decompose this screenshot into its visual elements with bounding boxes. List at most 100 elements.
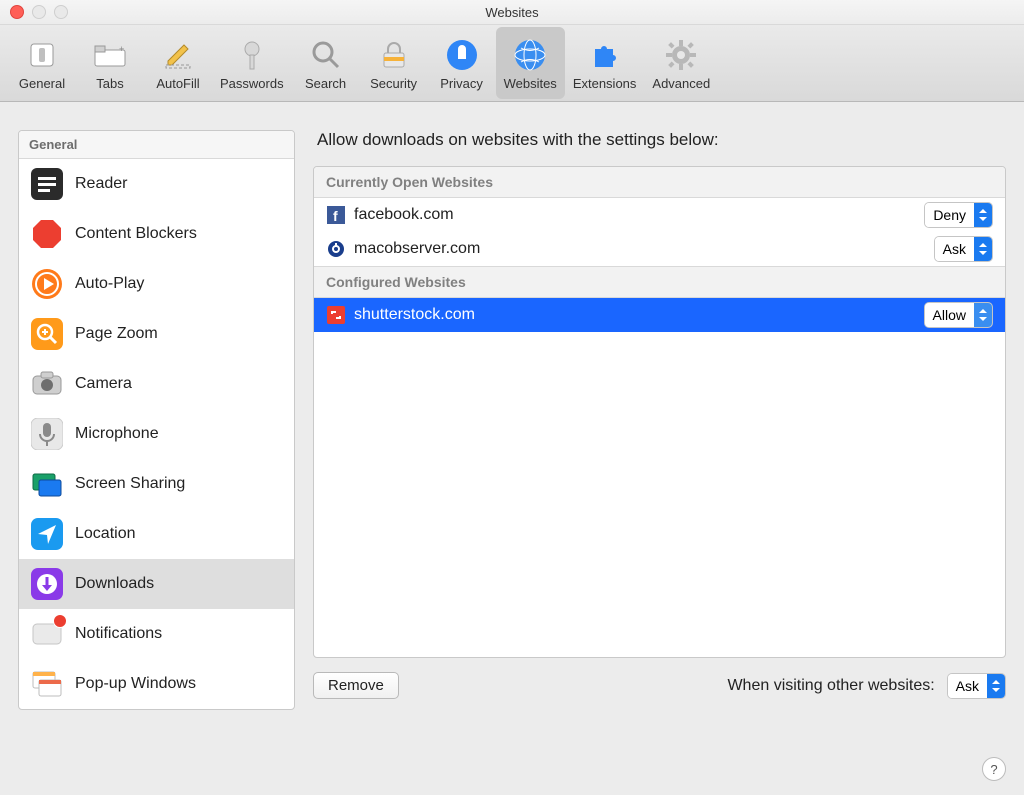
tabs-icon: + bbox=[91, 36, 129, 74]
sidebar: General Reader Content Blockers Auto-Pla… bbox=[18, 130, 295, 710]
website-row-shutterstock[interactable]: shutterstock.com Allow bbox=[314, 298, 1005, 332]
svg-text:f: f bbox=[333, 208, 338, 224]
toolbar-label: Extensions bbox=[573, 76, 637, 91]
panel-heading: Allow downloads on websites with the set… bbox=[317, 130, 1006, 150]
toolbar-label: General bbox=[19, 76, 65, 91]
sidebar-item-notifications[interactable]: Notifications bbox=[19, 609, 294, 659]
toolbar-tab-security[interactable]: Security bbox=[360, 27, 428, 99]
reader-icon bbox=[31, 168, 63, 200]
sidebar-item-label: Auto-Play bbox=[75, 275, 144, 293]
remove-button-label: Remove bbox=[328, 677, 384, 694]
toolbar-label: Passwords bbox=[220, 76, 284, 91]
screens-icon bbox=[31, 468, 63, 500]
sidebar-item-downloads[interactable]: Downloads bbox=[19, 559, 294, 609]
toolbar-label: Websites bbox=[504, 76, 557, 91]
website-name: macobserver.com bbox=[354, 240, 926, 258]
sidebar-item-label: Screen Sharing bbox=[75, 475, 185, 493]
sidebar-item-auto-play[interactable]: Auto-Play bbox=[19, 259, 294, 309]
sidebar-item-camera[interactable]: Camera bbox=[19, 359, 294, 409]
sidebar-item-label: Pop-up Windows bbox=[75, 675, 196, 693]
preferences-window: Websites General + Tabs AutoFill Passwor bbox=[0, 0, 1024, 795]
bottom-controls: Remove When visiting other websites: Ask bbox=[313, 672, 1006, 699]
main-panel: Allow downloads on websites with the set… bbox=[313, 130, 1006, 699]
popup-value: Ask bbox=[935, 237, 974, 261]
toolbar-tab-tabs[interactable]: + Tabs bbox=[76, 27, 144, 99]
hand-icon bbox=[443, 36, 481, 74]
websites-list-box: Currently Open Websites f facebook.com D… bbox=[313, 166, 1006, 658]
preferences-toolbar: General + Tabs AutoFill Passwords Search bbox=[0, 25, 1024, 102]
sidebar-item-label: Content Blockers bbox=[75, 225, 197, 243]
sidebar-item-label: Camera bbox=[75, 375, 132, 393]
sidebar-item-label: Downloads bbox=[75, 575, 154, 593]
facebook-favicon-icon: f bbox=[326, 205, 346, 225]
zoom-icon bbox=[31, 318, 63, 350]
toolbar-label: AutoFill bbox=[156, 76, 199, 91]
toolbar-label: Advanced bbox=[652, 76, 710, 91]
website-name: facebook.com bbox=[354, 206, 916, 224]
key-icon bbox=[233, 36, 271, 74]
website-row-macobserver[interactable]: macobserver.com Ask bbox=[314, 232, 1005, 266]
website-setting-popup[interactable]: Ask bbox=[934, 236, 993, 262]
sidebar-item-label: Location bbox=[75, 525, 136, 543]
sidebar-item-page-zoom[interactable]: Page Zoom bbox=[19, 309, 294, 359]
window-title: Websites bbox=[0, 5, 1024, 20]
sidebar-item-screen-sharing[interactable]: Screen Sharing bbox=[19, 459, 294, 509]
toolbar-label: Tabs bbox=[96, 76, 123, 91]
section-header-open: Currently Open Websites bbox=[314, 167, 1005, 198]
website-setting-popup[interactable]: Allow bbox=[924, 302, 993, 328]
sidebar-item-label: Page Zoom bbox=[75, 325, 158, 343]
popup-value: Allow bbox=[925, 303, 974, 327]
sidebar-item-content-blockers[interactable]: Content Blockers bbox=[19, 209, 294, 259]
shutterstock-favicon-icon bbox=[326, 305, 346, 325]
website-row-facebook[interactable]: f facebook.com Deny bbox=[314, 198, 1005, 232]
search-icon bbox=[307, 36, 345, 74]
sidebar-item-popups[interactable]: Pop-up Windows bbox=[19, 659, 294, 709]
sidebar-item-label: Microphone bbox=[75, 425, 159, 443]
sidebar-item-label: Reader bbox=[75, 175, 127, 193]
popup-value: Ask bbox=[948, 674, 987, 698]
titlebar: Websites bbox=[0, 0, 1024, 25]
toolbar-label: Security bbox=[370, 76, 417, 91]
gear-icon bbox=[662, 36, 700, 74]
download-icon bbox=[31, 568, 63, 600]
location-icon bbox=[31, 518, 63, 550]
svg-text:+: + bbox=[119, 44, 124, 54]
chevron-updown-icon bbox=[987, 674, 1005, 698]
sidebar-item-microphone[interactable]: Microphone bbox=[19, 409, 294, 459]
sidebar-section-header: General bbox=[19, 131, 294, 159]
toolbar-tab-extensions[interactable]: Extensions bbox=[565, 27, 645, 99]
chevron-updown-icon bbox=[974, 237, 992, 261]
toolbar-tab-general[interactable]: General bbox=[8, 27, 76, 99]
camera-icon bbox=[31, 368, 63, 400]
microphone-icon bbox=[31, 418, 63, 450]
toolbar-tab-passwords[interactable]: Passwords bbox=[212, 27, 292, 99]
help-button[interactable]: ? bbox=[982, 757, 1006, 781]
notification-badge-icon bbox=[53, 614, 67, 628]
help-label: ? bbox=[990, 762, 997, 777]
sidebar-item-location[interactable]: Location bbox=[19, 509, 294, 559]
remove-button[interactable]: Remove bbox=[313, 672, 399, 699]
chevron-updown-icon bbox=[974, 303, 992, 327]
globe-icon bbox=[511, 36, 549, 74]
sidebar-item-reader[interactable]: Reader bbox=[19, 159, 294, 209]
lock-icon bbox=[375, 36, 413, 74]
content-area: General Reader Content Blockers Auto-Pla… bbox=[0, 102, 1024, 795]
macobserver-favicon-icon bbox=[326, 239, 346, 259]
popup-value: Deny bbox=[925, 203, 974, 227]
website-setting-popup[interactable]: Deny bbox=[924, 202, 993, 228]
sidebar-item-label: Notifications bbox=[75, 625, 162, 643]
pencil-icon bbox=[159, 36, 197, 74]
toolbar-tab-advanced[interactable]: Advanced bbox=[644, 27, 718, 99]
stop-icon bbox=[31, 218, 63, 250]
other-websites-label: When visiting other websites: bbox=[727, 677, 934, 695]
toolbar-label: Privacy bbox=[440, 76, 483, 91]
toolbar-tab-privacy[interactable]: Privacy bbox=[428, 27, 496, 99]
puzzle-icon bbox=[586, 36, 624, 74]
chevron-updown-icon bbox=[974, 203, 992, 227]
toolbar-tab-autofill[interactable]: AutoFill bbox=[144, 27, 212, 99]
other-websites-popup[interactable]: Ask bbox=[947, 673, 1006, 699]
toolbar-tab-websites[interactable]: Websites bbox=[496, 27, 565, 99]
play-icon bbox=[31, 268, 63, 300]
toolbar-tab-search[interactable]: Search bbox=[292, 27, 360, 99]
website-name: shutterstock.com bbox=[354, 306, 916, 324]
